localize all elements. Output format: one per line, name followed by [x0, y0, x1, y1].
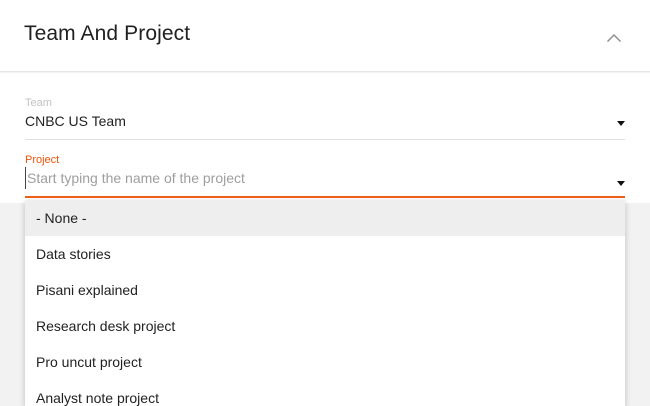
- project-autocomplete[interactable]: Project: [25, 154, 625, 198]
- dropdown-option[interactable]: Research desk project: [25, 308, 625, 344]
- panel-title: Team And Project: [24, 22, 191, 45]
- panel-header: Team And Project: [0, 0, 650, 72]
- team-select[interactable]: Team CNBC US Team: [25, 97, 625, 140]
- team-field-label: Team: [25, 97, 52, 109]
- caret-down-icon[interactable]: [617, 121, 625, 126]
- dropdown-option[interactable]: Pro uncut project: [25, 344, 625, 380]
- team-field-underline: [25, 139, 625, 140]
- collapse-button[interactable]: [600, 24, 628, 52]
- dropdown-option[interactable]: Analyst note project: [25, 380, 625, 406]
- caret-down-icon[interactable]: [617, 181, 625, 186]
- panel-body: Team CNBC US Team Project: [0, 73, 650, 203]
- project-options-dropdown: - None - Data stories Pisani explained R…: [25, 200, 625, 406]
- project-field-label: Project: [25, 154, 60, 166]
- dropdown-option[interactable]: Data stories: [25, 236, 625, 272]
- team-field-value[interactable]: CNBC US Team: [25, 113, 126, 129]
- dropdown-option[interactable]: Pisani explained: [25, 272, 625, 308]
- chevron-up-icon: [607, 34, 621, 42]
- dropdown-option[interactable]: - None -: [25, 200, 625, 236]
- team-and-project-panel: Team And Project Team CNBC US Team Proje…: [0, 0, 650, 406]
- project-field-underline: [25, 196, 625, 198]
- project-search-input[interactable]: [25, 167, 607, 189]
